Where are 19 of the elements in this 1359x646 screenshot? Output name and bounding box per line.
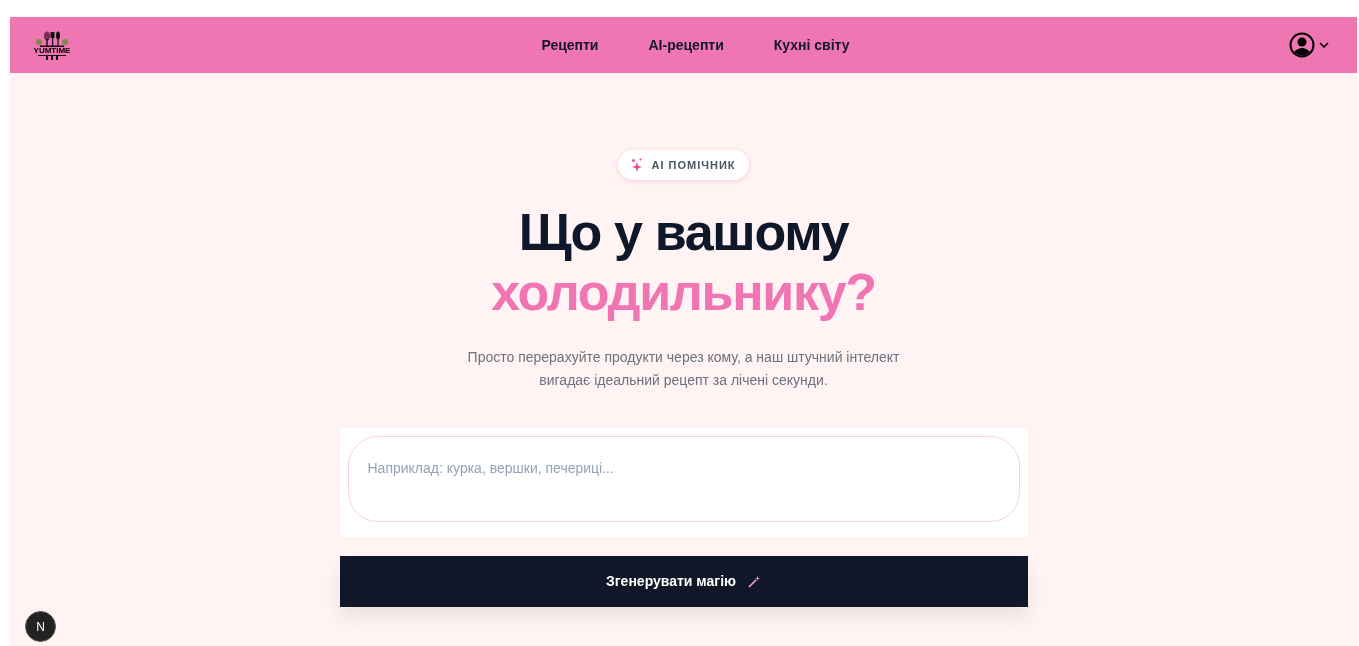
hero-subtitle: Просто перерахуйте продукти через кому, а наш штучний інтелект вигадає ідеальний рецепт за лічені секунди. bbox=[467, 348, 900, 390]
nav-link[interactable]: Рецепти bbox=[541, 34, 599, 56]
ai-badge: AI ПОМІЧНИК bbox=[618, 150, 749, 180]
user-menu-button[interactable] bbox=[1289, 32, 1329, 58]
hero-title: Що у вашому bbox=[518, 202, 849, 262]
logo-base-icon bbox=[38, 54, 66, 60]
hero-title-highlight: холодильнику? bbox=[491, 262, 876, 322]
dev-indicator[interactable]: N bbox=[25, 611, 56, 642]
utensils-icon bbox=[34, 30, 70, 47]
logo-text: YUMTIME bbox=[33, 46, 71, 55]
sparkles-icon bbox=[631, 158, 644, 172]
user-avatar-icon bbox=[1289, 32, 1315, 58]
logo[interactable]: YUMTIME bbox=[30, 30, 74, 60]
ingredients-field[interactable]: Наприклад: курка, вершки, печериці... bbox=[347, 436, 1020, 522]
generate-button[interactable]: Згенерувати магію bbox=[339, 556, 1028, 607]
chevron-down-icon bbox=[1319, 42, 1329, 48]
nav-link[interactable]: AI-рецепти bbox=[648, 34, 724, 56]
magic-wand-icon bbox=[748, 575, 761, 588]
nav-link[interactable]: Кухні світу bbox=[773, 34, 850, 56]
